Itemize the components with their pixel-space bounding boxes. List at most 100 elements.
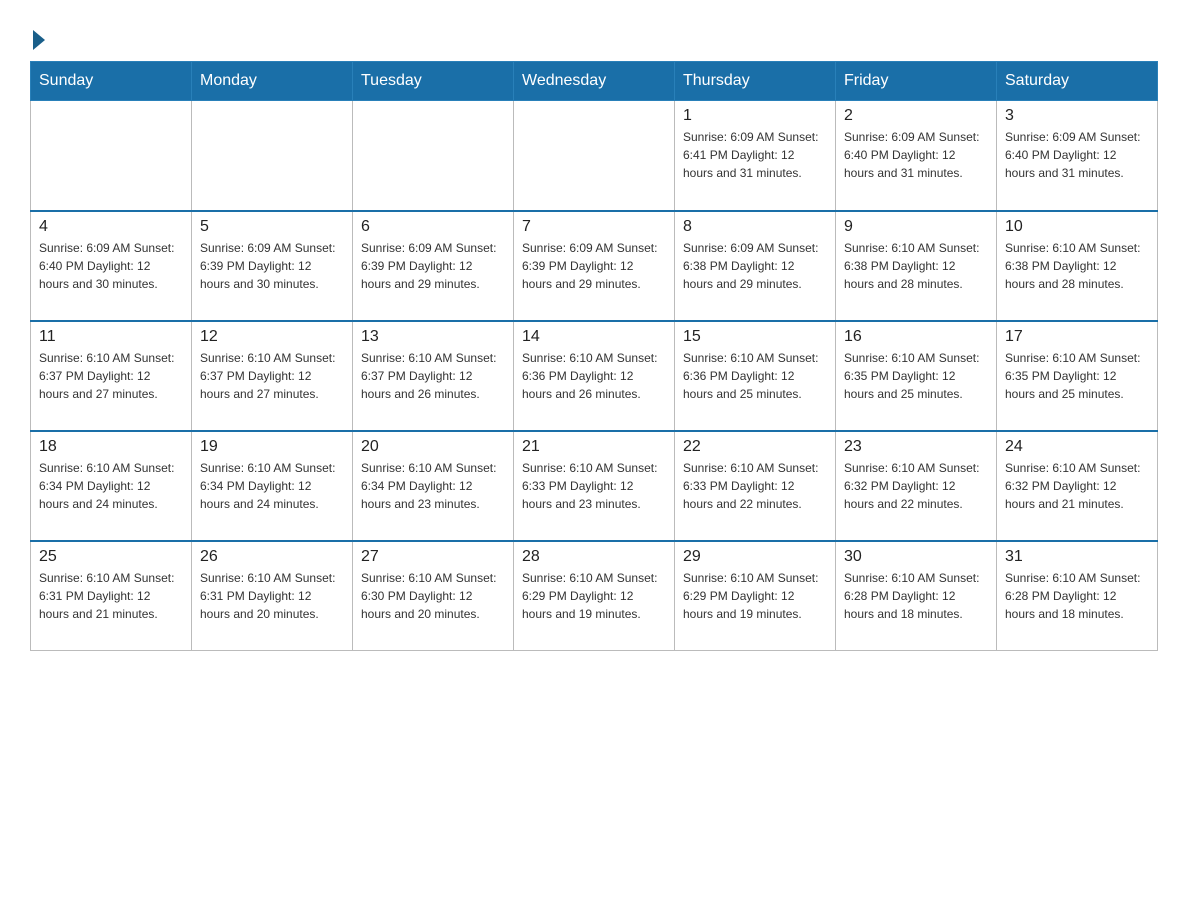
column-header-monday: Monday <box>192 62 353 101</box>
column-header-sunday: Sunday <box>31 62 192 101</box>
day-number: 3 <box>1005 107 1149 125</box>
day-info: Sunrise: 6:10 AM Sunset: 6:35 PM Dayligh… <box>1005 349 1149 403</box>
day-info: Sunrise: 6:10 AM Sunset: 6:31 PM Dayligh… <box>39 569 183 623</box>
day-number: 29 <box>683 548 827 566</box>
calendar-cell: 10 Sunrise: 6:10 AM Sunset: 6:38 PM Dayli… <box>997 211 1158 321</box>
calendar-cell: 23 Sunrise: 6:10 AM Sunset: 6:32 PM Dayli… <box>836 431 997 541</box>
day-info: Sunrise: 6:10 AM Sunset: 6:33 PM Dayligh… <box>522 459 666 513</box>
day-number: 19 <box>200 438 344 456</box>
calendar-cell: 18 Sunrise: 6:10 AM Sunset: 6:34 PM Dayli… <box>31 431 192 541</box>
day-number: 12 <box>200 328 344 346</box>
calendar-cell <box>353 101 514 211</box>
day-number: 7 <box>522 218 666 236</box>
calendar-cell: 28 Sunrise: 6:10 AM Sunset: 6:29 PM Dayli… <box>514 541 675 651</box>
logo <box>30 20 45 51</box>
day-info: Sunrise: 6:10 AM Sunset: 6:36 PM Dayligh… <box>522 349 666 403</box>
day-number: 30 <box>844 548 988 566</box>
calendar-cell: 24 Sunrise: 6:10 AM Sunset: 6:32 PM Dayli… <box>997 431 1158 541</box>
week-row-5: 25 Sunrise: 6:10 AM Sunset: 6:31 PM Dayli… <box>31 541 1158 651</box>
column-header-saturday: Saturday <box>997 62 1158 101</box>
column-header-wednesday: Wednesday <box>514 62 675 101</box>
day-info: Sunrise: 6:09 AM Sunset: 6:40 PM Dayligh… <box>844 128 988 182</box>
day-info: Sunrise: 6:10 AM Sunset: 6:32 PM Dayligh… <box>1005 459 1149 513</box>
day-info: Sunrise: 6:09 AM Sunset: 6:39 PM Dayligh… <box>361 239 505 293</box>
day-number: 25 <box>39 548 183 566</box>
day-number: 22 <box>683 438 827 456</box>
calendar-cell: 12 Sunrise: 6:10 AM Sunset: 6:37 PM Dayli… <box>192 321 353 431</box>
day-number: 6 <box>361 218 505 236</box>
day-info: Sunrise: 6:10 AM Sunset: 6:32 PM Dayligh… <box>844 459 988 513</box>
day-info: Sunrise: 6:09 AM Sunset: 6:40 PM Dayligh… <box>1005 128 1149 182</box>
calendar-cell: 27 Sunrise: 6:10 AM Sunset: 6:30 PM Dayli… <box>353 541 514 651</box>
day-info: Sunrise: 6:10 AM Sunset: 6:38 PM Dayligh… <box>844 239 988 293</box>
day-number: 8 <box>683 218 827 236</box>
day-info: Sunrise: 6:10 AM Sunset: 6:36 PM Dayligh… <box>683 349 827 403</box>
calendar-cell: 22 Sunrise: 6:10 AM Sunset: 6:33 PM Dayli… <box>675 431 836 541</box>
day-info: Sunrise: 6:10 AM Sunset: 6:28 PM Dayligh… <box>844 569 988 623</box>
calendar-cell: 29 Sunrise: 6:10 AM Sunset: 6:29 PM Dayli… <box>675 541 836 651</box>
calendar-cell <box>31 101 192 211</box>
day-info: Sunrise: 6:10 AM Sunset: 6:33 PM Dayligh… <box>683 459 827 513</box>
day-number: 31 <box>1005 548 1149 566</box>
column-header-tuesday: Tuesday <box>353 62 514 101</box>
calendar-cell: 26 Sunrise: 6:10 AM Sunset: 6:31 PM Dayli… <box>192 541 353 651</box>
day-number: 28 <box>522 548 666 566</box>
day-number: 21 <box>522 438 666 456</box>
day-number: 26 <box>200 548 344 566</box>
calendar-cell: 2 Sunrise: 6:09 AM Sunset: 6:40 PM Daylig… <box>836 101 997 211</box>
week-row-4: 18 Sunrise: 6:10 AM Sunset: 6:34 PM Dayli… <box>31 431 1158 541</box>
day-info: Sunrise: 6:10 AM Sunset: 6:34 PM Dayligh… <box>361 459 505 513</box>
day-info: Sunrise: 6:10 AM Sunset: 6:37 PM Dayligh… <box>200 349 344 403</box>
day-number: 24 <box>1005 438 1149 456</box>
day-info: Sunrise: 6:10 AM Sunset: 6:34 PM Dayligh… <box>200 459 344 513</box>
day-info: Sunrise: 6:09 AM Sunset: 6:41 PM Dayligh… <box>683 128 827 182</box>
day-info: Sunrise: 6:09 AM Sunset: 6:40 PM Dayligh… <box>39 239 183 293</box>
day-info: Sunrise: 6:10 AM Sunset: 6:35 PM Dayligh… <box>844 349 988 403</box>
calendar-cell: 21 Sunrise: 6:10 AM Sunset: 6:33 PM Dayli… <box>514 431 675 541</box>
calendar-cell: 1 Sunrise: 6:09 AM Sunset: 6:41 PM Daylig… <box>675 101 836 211</box>
day-info: Sunrise: 6:10 AM Sunset: 6:29 PM Dayligh… <box>683 569 827 623</box>
day-info: Sunrise: 6:10 AM Sunset: 6:31 PM Dayligh… <box>200 569 344 623</box>
calendar-cell: 9Sunrise: 6:10 AM Sunset: 6:38 PM Daylig… <box>836 211 997 321</box>
calendar-cell: 4Sunrise: 6:09 AM Sunset: 6:40 PM Daylig… <box>31 211 192 321</box>
day-number: 23 <box>844 438 988 456</box>
day-info: Sunrise: 6:10 AM Sunset: 6:29 PM Dayligh… <box>522 569 666 623</box>
day-info: Sunrise: 6:10 AM Sunset: 6:37 PM Dayligh… <box>361 349 505 403</box>
page-header <box>30 20 1158 51</box>
calendar-cell: 30 Sunrise: 6:10 AM Sunset: 6:28 PM Dayli… <box>836 541 997 651</box>
calendar-cell: 8 Sunrise: 6:09 AM Sunset: 6:38 PM Daylig… <box>675 211 836 321</box>
day-number: 16 <box>844 328 988 346</box>
week-row-2: 4Sunrise: 6:09 AM Sunset: 6:40 PM Daylig… <box>31 211 1158 321</box>
day-info: Sunrise: 6:09 AM Sunset: 6:39 PM Dayligh… <box>522 239 666 293</box>
column-header-friday: Friday <box>836 62 997 101</box>
calendar-cell: 25 Sunrise: 6:10 AM Sunset: 6:31 PM Dayli… <box>31 541 192 651</box>
calendar-cell: 31Sunrise: 6:10 AM Sunset: 6:28 PM Dayli… <box>997 541 1158 651</box>
day-number: 2 <box>844 107 988 125</box>
calendar-cell: 16 Sunrise: 6:10 AM Sunset: 6:35 PM Dayli… <box>836 321 997 431</box>
week-row-1: 1 Sunrise: 6:09 AM Sunset: 6:41 PM Daylig… <box>31 101 1158 211</box>
logo-arrow-icon <box>33 30 45 50</box>
day-number: 13 <box>361 328 505 346</box>
calendar-cell: 14 Sunrise: 6:10 AM Sunset: 6:36 PM Dayli… <box>514 321 675 431</box>
day-info: Sunrise: 6:10 AM Sunset: 6:34 PM Dayligh… <box>39 459 183 513</box>
calendar-header-row: SundayMondayTuesdayWednesdayThursdayFrid… <box>31 62 1158 101</box>
calendar-cell: 17 Sunrise: 6:10 AM Sunset: 6:35 PM Dayli… <box>997 321 1158 431</box>
day-number: 17 <box>1005 328 1149 346</box>
calendar-cell: 6 Sunrise: 6:09 AM Sunset: 6:39 PM Daylig… <box>353 211 514 321</box>
day-info: Sunrise: 6:10 AM Sunset: 6:30 PM Dayligh… <box>361 569 505 623</box>
calendar-cell: 3 Sunrise: 6:09 AM Sunset: 6:40 PM Daylig… <box>997 101 1158 211</box>
day-number: 14 <box>522 328 666 346</box>
calendar-cell: 13 Sunrise: 6:10 AM Sunset: 6:37 PM Dayli… <box>353 321 514 431</box>
day-number: 10 <box>1005 218 1149 236</box>
week-row-3: 11Sunrise: 6:10 AM Sunset: 6:37 PM Dayli… <box>31 321 1158 431</box>
calendar-cell: 20 Sunrise: 6:10 AM Sunset: 6:34 PM Dayli… <box>353 431 514 541</box>
day-number: 18 <box>39 438 183 456</box>
calendar-cell <box>192 101 353 211</box>
day-number: 27 <box>361 548 505 566</box>
day-info: Sunrise: 6:09 AM Sunset: 6:38 PM Dayligh… <box>683 239 827 293</box>
calendar-cell: 5Sunrise: 6:09 AM Sunset: 6:39 PM Daylig… <box>192 211 353 321</box>
calendar-table: SundayMondayTuesdayWednesdayThursdayFrid… <box>30 61 1158 651</box>
day-number: 1 <box>683 107 827 125</box>
day-number: 20 <box>361 438 505 456</box>
day-info: Sunrise: 6:10 AM Sunset: 6:38 PM Dayligh… <box>1005 239 1149 293</box>
